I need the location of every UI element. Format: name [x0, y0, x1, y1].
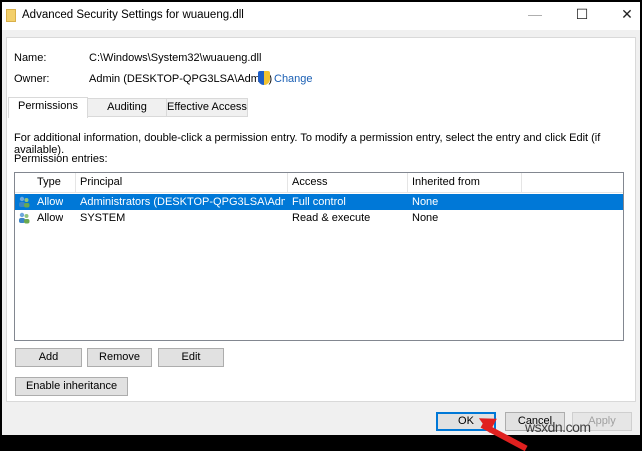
enable-inheritance-button[interactable]: Enable inheritance [15, 377, 128, 396]
permission-entries-label: Permission entries: [14, 153, 108, 165]
column-divider[interactable] [287, 173, 288, 193]
column-header-principal[interactable]: Principal [80, 176, 122, 190]
title-bar: Advanced Security Settings for wuaueng.d… [2, 2, 640, 30]
permission-entries-list[interactable]: Type Principal Access Inherited from All… [14, 172, 624, 341]
column-header-access[interactable]: Access [292, 176, 327, 190]
users-group-icon [19, 212, 30, 224]
window-title: Advanced Security Settings for wuaueng.d… [22, 9, 244, 21]
column-header-type[interactable]: Type [37, 176, 61, 190]
entry-principal: SYSTEM [80, 212, 126, 224]
name-value: C:\Windows\System32\wuaueng.dll [89, 52, 262, 64]
table-row[interactable]: Allow SYSTEM Read & execute None [15, 210, 623, 226]
folder-icon [6, 9, 16, 22]
tab-auditing[interactable]: Auditing [87, 98, 167, 117]
advanced-security-settings-window: Advanced Security Settings for wuaueng.d… [2, 2, 640, 451]
minimize-button[interactable]: — [520, 6, 550, 26]
users-group-icon [19, 196, 30, 208]
entry-principal: Administrators (DESKTOP-QPG3LSA\Admin... [80, 196, 285, 208]
tab-effective-access[interactable]: Effective Access [166, 98, 248, 117]
column-divider[interactable] [407, 173, 408, 193]
maximize-button[interactable]: ☐ [567, 6, 597, 26]
column-divider[interactable] [75, 173, 76, 193]
watermark: wsxdn.com [525, 419, 591, 435]
name-label: Name: [14, 52, 47, 64]
column-header-inherited-from[interactable]: Inherited from [412, 176, 480, 190]
table-row[interactable]: Allow Administrators (DESKTOP-QPG3LSA\Ad… [15, 194, 623, 210]
owner-value: Admin (DESKTOP-QPG3LSA\Admin) [89, 73, 273, 85]
owner-label: Owner: [14, 73, 50, 85]
tab-permissions[interactable]: Permissions [8, 97, 88, 118]
edit-button[interactable]: Edit [158, 348, 224, 367]
close-button[interactable]: ✕ [612, 6, 642, 26]
change-owner-link[interactable]: Change [274, 73, 313, 85]
list-header: Type Principal Access Inherited from [15, 173, 623, 193]
remove-button[interactable]: Remove [87, 348, 152, 367]
entry-inherited-from: None [412, 196, 439, 208]
entry-type: Allow [37, 196, 64, 208]
uac-shield-icon [258, 71, 270, 85]
entry-access: Full control [292, 196, 346, 208]
entry-inherited-from: None [412, 212, 439, 224]
add-button[interactable]: Add [15, 348, 82, 367]
entry-type: Allow [37, 212, 64, 224]
entry-access: Read & execute [292, 212, 371, 224]
permissions-info-text: For additional information, double-click… [14, 132, 601, 156]
column-divider[interactable] [521, 173, 522, 193]
